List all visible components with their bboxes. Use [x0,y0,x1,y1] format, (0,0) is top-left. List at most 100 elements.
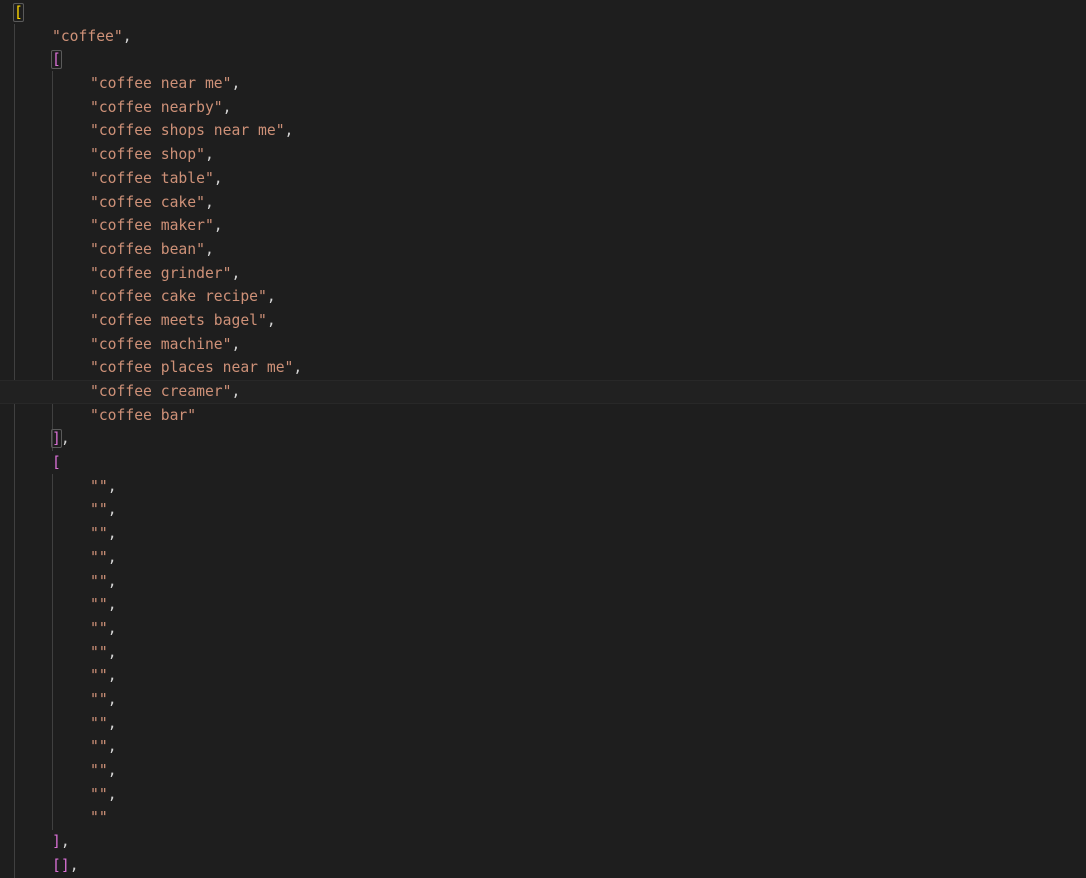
string-token: "" [90,619,108,637]
code-line[interactable]: "coffee cake recipe", [0,285,1086,309]
code-line[interactable]: "coffee table", [0,167,1086,191]
string-token: "" [90,548,108,566]
line-content: "", [90,593,117,617]
code-line[interactable]: "coffee grinder", [0,262,1086,286]
code-line[interactable]: "", [0,593,1086,617]
line-content: "", [90,617,117,641]
string-token: "coffee machine" [90,335,232,353]
string-token: "coffee bar" [90,406,197,424]
line-content: "coffee shop", [90,143,214,167]
punctuation-token: , [204,193,214,211]
code-line[interactable]: "", [0,641,1086,665]
code-line[interactable]: "", [0,617,1086,641]
code-line[interactable]: "coffee places near me", [0,356,1086,380]
line-content: "", [90,664,117,688]
line-content: ], [51,427,70,451]
string-token: "" [90,572,108,590]
bracket-token: [ [52,454,61,472]
line-content: [ [51,48,62,72]
punctuation-token: , [204,240,214,258]
string-token: "" [90,643,108,661]
line-content: "", [90,522,117,546]
line-content: "coffee meets bagel", [90,309,276,333]
punctuation-token: , [107,572,117,590]
string-token: "" [90,762,108,779]
code-line[interactable]: "coffee maker", [0,214,1086,238]
string-token: "coffee shops near me" [90,122,285,140]
code-line[interactable]: "coffee shops near me", [0,119,1086,143]
punctuation-token: , [107,738,117,756]
punctuation-token: , [266,288,276,306]
code-line[interactable]: "", [0,783,1086,807]
punctuation-token: , [231,264,241,282]
string-token: "coffee creamer" [90,383,232,400]
code-line[interactable]: "", [0,735,1086,759]
punctuation-token: , [107,477,117,495]
punctuation-token: , [107,714,117,732]
code-line[interactable]: "", [0,475,1086,499]
bracket-token: ] [51,429,62,449]
code-line[interactable]: "coffee", [0,25,1086,49]
line-content: [ [13,1,24,25]
code-line[interactable]: "coffee shop", [0,143,1086,167]
punctuation-token: , [266,311,276,329]
line-content: "", [90,546,117,570]
code-line[interactable]: "coffee bar" [0,404,1086,428]
punctuation-token: , [204,146,214,164]
line-content: "coffee shops near me", [90,119,293,143]
code-editor[interactable]: ["coffee",["coffee near me", "coffee near… [0,0,1086,878]
bracket-token: [ [51,50,62,70]
code-line[interactable]: "coffee near me", [0,72,1086,96]
code-line[interactable]: "coffee meets bagel", [0,309,1086,333]
code-line[interactable]: "coffee cake", [0,191,1086,215]
line-content: "coffee bar" [90,404,196,428]
line-content: "coffee table", [90,167,223,191]
line-content: "coffee", [52,25,132,49]
code-line[interactable]: "", [0,570,1086,594]
line-content: "coffee cake recipe", [90,285,276,309]
string-token: "" [90,596,108,614]
code-line[interactable]: "", [0,688,1086,712]
string-token: "coffee nearby" [90,98,223,116]
line-content: "", [90,498,117,522]
line-content: "coffee grinder", [90,262,240,286]
code-line[interactable]: "", [0,759,1086,783]
punctuation-token: , [107,667,117,685]
code-line[interactable]: [ [0,451,1086,475]
code-line[interactable]: "", [0,712,1086,736]
code-line[interactable]: ], [0,427,1086,451]
code-line[interactable]: "coffee bean", [0,238,1086,262]
code-line[interactable]: "", [0,522,1086,546]
line-content: "coffee cake", [90,191,214,215]
code-line[interactable]: "coffee machine", [0,333,1086,357]
punctuation-token: , [122,27,132,45]
code-line[interactable]: "" [0,806,1086,830]
string-token: "coffee cake recipe" [90,288,267,306]
code-line[interactable]: "", [0,664,1086,688]
line-content: "", [90,735,117,759]
line-content: [], [52,854,79,878]
code-line[interactable]: [], [0,854,1086,878]
bracket-token: [ [52,856,61,874]
punctuation-token: , [231,383,241,400]
string-token: "coffee places near me" [90,359,294,377]
string-token: "" [90,501,108,519]
code-line[interactable]: "coffee nearby", [0,96,1086,120]
code-line[interactable]: ], [0,830,1086,854]
punctuation-token: , [60,833,70,851]
code-line[interactable]: [ [0,1,1086,25]
string-token: "" [90,525,108,543]
bracket-token: ] [52,833,61,851]
code-line[interactable]: [ [0,48,1086,72]
code-lines-container[interactable]: ["coffee",["coffee near me", "coffee near… [0,0,1086,878]
line-content: "coffee maker", [90,214,223,238]
line-content: "", [90,783,117,807]
punctuation-token: , [107,690,117,708]
line-content: "", [90,688,117,712]
line-content: "", [90,759,117,783]
code-line[interactable]: "", [0,546,1086,570]
code-line-current[interactable]: "coffee creamer", [0,380,1086,404]
punctuation-token: , [213,217,223,235]
line-content: "coffee machine", [90,333,240,357]
code-line[interactable]: "", [0,498,1086,522]
